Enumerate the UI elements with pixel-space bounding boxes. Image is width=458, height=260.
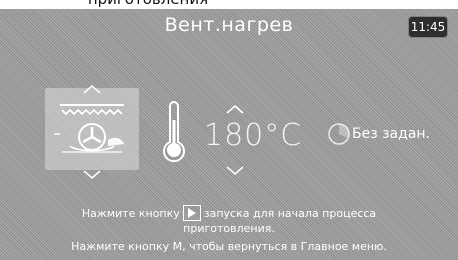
fan-heating-icon xyxy=(48,94,136,168)
timer-status[interactable]: Без задан. xyxy=(352,126,430,142)
instruction-text-after: запуска для начала процесса xyxy=(203,207,377,220)
previous-line-text: приготовления xyxy=(0,0,458,9)
temperature-down-chevron-icon[interactable] xyxy=(225,166,245,176)
temperature-up-chevron-icon[interactable] xyxy=(225,104,245,114)
instruction-line-2: приготовления. xyxy=(183,222,275,235)
mode-up-chevron-icon[interactable] xyxy=(82,84,102,94)
mode-down-chevron-icon[interactable] xyxy=(82,170,102,180)
timer-icon[interactable] xyxy=(327,122,351,146)
instruction-line-3: Нажмите кнопку M, чтобы вернуться в Глав… xyxy=(71,240,387,253)
clock: 11:45 xyxy=(408,16,448,38)
instruction-line-1: Нажмите кнопку запуска для начала процесс… xyxy=(0,205,458,222)
play-icon xyxy=(182,205,201,221)
program-title: Вент.нагрев xyxy=(164,14,294,36)
thermometer-icon xyxy=(160,100,188,164)
temperature-value[interactable]: 180°C xyxy=(204,118,302,153)
instruction-text-before: Нажмите кнопку xyxy=(81,207,180,220)
